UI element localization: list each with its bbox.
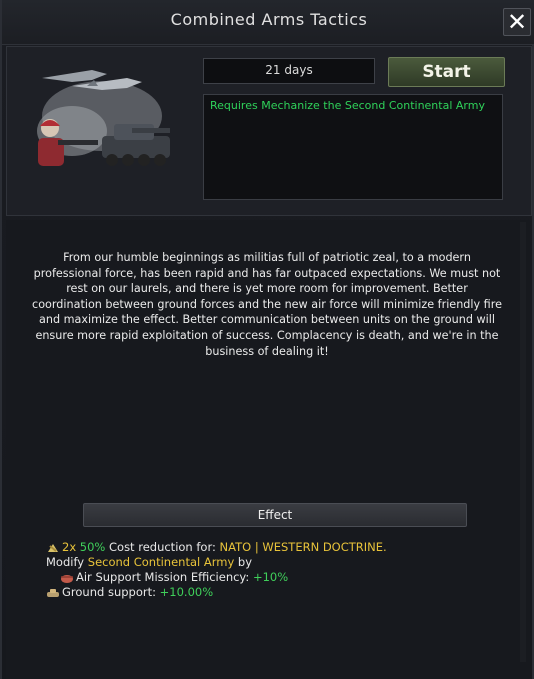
focus-window: Combined Arms Tactics ✕ 21 days Start Re…: [0, 0, 534, 679]
air-support-icon: [60, 572, 74, 584]
effects-list: 2x 50% Cost reduction for: NATO | WESTER…: [46, 540, 516, 600]
effect-percent: 50%: [79, 540, 106, 554]
days-remaining: 21 days: [203, 58, 375, 84]
air-support-label: Air Support Mission Efficiency:: [76, 570, 250, 584]
effect-target: NATO | WESTERN DOCTRINE.: [219, 540, 387, 554]
effect-multiplier: 2x: [62, 540, 77, 554]
cost-reduction-icon: [46, 542, 60, 554]
modify-prefix: Modify: [46, 555, 85, 569]
ground-support-value: +10.00%: [159, 585, 214, 599]
requirement-text: Requires Mechanize the Second Continenta…: [210, 99, 485, 112]
ground-support-icon: [46, 587, 60, 599]
tactics-portrait: [32, 56, 172, 176]
army-name[interactable]: Second Continental Army: [88, 555, 235, 570]
effect-header: Effect: [83, 503, 467, 527]
focus-description: From our humble beginnings as militias f…: [32, 251, 502, 358]
air-support-value: +10%: [252, 570, 289, 584]
effect-text: Cost reduction for:: [109, 540, 216, 554]
effect-line-modify: Modify Second Continental Army by: [46, 555, 516, 570]
scrollbar[interactable]: [520, 222, 526, 662]
close-icon: ✕: [506, 8, 528, 36]
title-bar: Combined Arms Tactics ✕: [2, 0, 534, 45]
effect-line-ground-support: Ground support: +10.00%: [46, 585, 516, 600]
modify-suffix: by: [237, 555, 253, 569]
requirement-box: Requires Mechanize the Second Continenta…: [203, 94, 503, 200]
effect-line-air-support: Air Support Mission Efficiency: +10%: [60, 570, 516, 585]
effect-line-cost-reduction: 2x 50% Cost reduction for: NATO | WESTER…: [46, 540, 516, 555]
start-button[interactable]: Start: [388, 57, 505, 87]
close-button[interactable]: ✕: [503, 8, 531, 36]
window-title: Combined Arms Tactics: [170, 10, 368, 29]
ground-support-label: Ground support:: [62, 585, 156, 599]
